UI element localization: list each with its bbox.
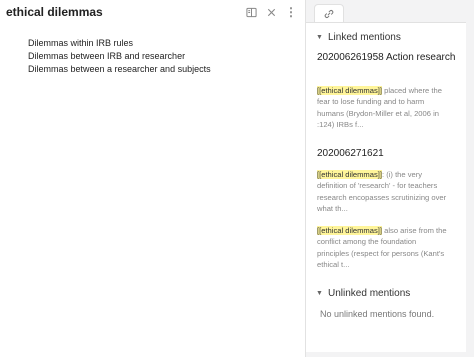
linked-mentions-header[interactable]: ▼ Linked mentions [316,32,401,43]
editor-pane: ethical dilemmas ⋮ Dilemmas within IRB r… [0,0,306,357]
sidebar-tabbar [306,0,474,22]
backlinks-panel: ▼ Linked mentions 202006261958 Action re… [306,22,466,352]
sidebar-scrollbar[interactable] [466,22,474,357]
chevron-down-icon: ▼ [316,290,323,297]
mention-file-title[interactable]: 202006261958 Action research [317,51,457,65]
chevron-down-icon: ▼ [316,34,323,41]
book-icon[interactable] [242,3,260,21]
text-line[interactable]: Dilemmas between IRB and researcher [28,50,211,63]
mention-snippet[interactable]: [[ethical dilemmas]]: (i) the very defin… [317,169,447,214]
link-highlight: [[ethical dilemmas]] [317,226,382,235]
link-highlight: [[ethical dilemmas]] [317,170,382,179]
editor-content[interactable]: Dilemmas within IRB rules Dilemmas betwe… [28,37,211,76]
backlinks-tab[interactable] [314,4,344,22]
linked-mentions-title: Linked mentions [328,32,401,43]
empty-state-text: No unlinked mentions found. [320,309,435,319]
text-line[interactable]: Dilemmas between a researcher and subjec… [28,63,211,76]
unlinked-mentions-title: Unlinked mentions [328,288,411,299]
close-icon[interactable] [262,3,280,21]
unlinked-mentions-header[interactable]: ▼ Unlinked mentions [316,288,410,299]
backlinks-sidebar: ▼ Linked mentions 202006261958 Action re… [306,0,474,357]
more-options-icon[interactable]: ⋮ [282,3,300,21]
mention-file-title[interactable]: 202006271621 [317,147,457,161]
mention-snippet[interactable]: [[ethical dilemmas]] placed where the fe… [317,85,447,130]
editor-header: ethical dilemmas ⋮ [0,0,306,24]
link-highlight: [[ethical dilemmas]] [317,86,382,95]
note-title[interactable]: ethical dilemmas [6,5,103,19]
text-line[interactable]: Dilemmas within IRB rules [28,37,211,50]
editor-actions: ⋮ [242,3,300,21]
mention-snippet[interactable]: [[ethical dilemmas]] also arise from the… [317,225,447,270]
link-icon [324,9,334,19]
